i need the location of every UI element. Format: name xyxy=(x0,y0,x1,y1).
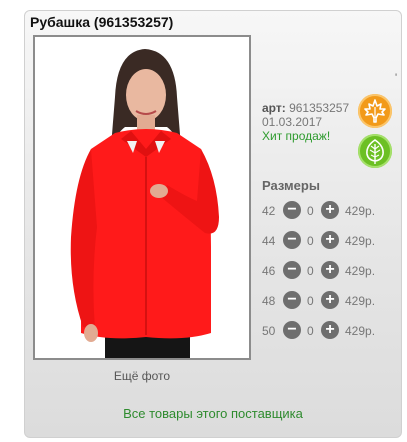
size-price: 429р. xyxy=(345,234,376,248)
size-price: 429р. xyxy=(345,204,376,218)
size-label: 50 xyxy=(262,324,276,338)
article-label: арт: xyxy=(262,101,286,115)
supplier-products-link[interactable]: Все товары этого поставщика xyxy=(24,406,402,421)
increase-button[interactable]: + xyxy=(321,291,339,309)
size-label: 42 xyxy=(262,204,276,218)
quantity-value: 0 xyxy=(307,264,314,278)
decrease-button[interactable]: − xyxy=(283,231,301,249)
product-meta: арт: 961353257 01.03.2017 Хит продаж! xyxy=(262,101,349,143)
increase-button[interactable]: + xyxy=(321,201,339,219)
product-image xyxy=(35,37,249,358)
increase-button[interactable]: + xyxy=(321,321,339,339)
more-photos-link[interactable]: Ещё фото xyxy=(33,369,251,383)
leaf-icon xyxy=(366,139,384,164)
size-price: 429р. xyxy=(345,324,376,338)
size-price: 429р. xyxy=(345,264,376,278)
size-label: 46 xyxy=(262,264,276,278)
decrease-button[interactable]: − xyxy=(283,201,301,219)
product-photo[interactable] xyxy=(33,35,251,360)
tick-mark: ' xyxy=(395,72,398,84)
increase-button[interactable]: + xyxy=(321,261,339,279)
quantity-value: 0 xyxy=(307,324,314,338)
quantity-value: 0 xyxy=(307,294,314,308)
size-label: 48 xyxy=(262,294,276,308)
size-label: 44 xyxy=(262,234,276,248)
decrease-button[interactable]: − xyxy=(283,261,301,279)
size-price: 429р. xyxy=(345,294,376,308)
sizes-title: Размеры xyxy=(262,178,320,193)
maple-leaf-icon xyxy=(364,99,386,123)
decrease-button[interactable]: − xyxy=(283,321,301,339)
quantity-value: 0 xyxy=(307,204,314,218)
leaf-badge xyxy=(358,134,392,168)
product-date: 01.03.2017 xyxy=(262,115,323,129)
bestseller-label: Хит продаж! xyxy=(262,129,331,143)
increase-button[interactable]: + xyxy=(321,231,339,249)
article-value: 961353257 xyxy=(289,101,350,115)
maple-leaf-badge xyxy=(358,94,392,128)
product-title: Рубашка (961353257) xyxy=(30,14,174,30)
quantity-value: 0 xyxy=(307,234,314,248)
decrease-button[interactable]: − xyxy=(283,291,301,309)
